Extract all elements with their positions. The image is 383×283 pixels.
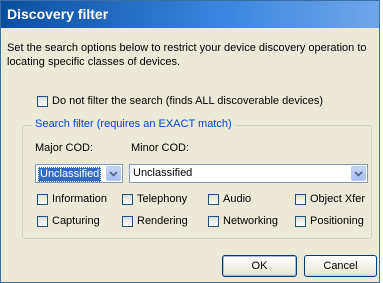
minor-cod-value: Unclassified xyxy=(133,167,193,179)
service-label: Object Xfer xyxy=(310,193,366,205)
service-checkbox-networking[interactable]: Networking xyxy=(208,215,278,227)
dialog-title: Discovery filter xyxy=(1,1,379,28)
major-cod-label: Major COD: xyxy=(35,142,94,154)
search-filter-group-title: Search filter (requires an EXACT match) xyxy=(32,118,235,130)
service-label: Positioning xyxy=(310,215,364,227)
service-checkbox-object-xfer[interactable]: Object Xfer xyxy=(295,193,365,205)
discovery-filter-dialog: Discovery filter Set the search options … xyxy=(0,0,380,283)
description-text: Set the search options below to restrict… xyxy=(7,42,367,68)
service-label: Rendering xyxy=(137,215,188,227)
major-cod-select[interactable]: Unclassified xyxy=(35,164,123,183)
checkbox-box[interactable] xyxy=(122,193,133,205)
major-cod-value: Unclassified xyxy=(38,167,102,182)
checkbox-box[interactable] xyxy=(122,215,133,227)
service-checkbox-audio[interactable]: Audio xyxy=(208,193,251,205)
service-label: Audio xyxy=(223,193,252,205)
checkbox-box[interactable] xyxy=(295,193,306,205)
checkbox-box[interactable] xyxy=(295,215,306,227)
checkbox-box[interactable] xyxy=(37,95,48,107)
minor-cod-label: Minor COD: xyxy=(131,142,190,154)
chevron-down-icon[interactable] xyxy=(106,166,121,181)
cancel-button[interactable]: Cancel xyxy=(304,255,377,277)
service-checkbox-information[interactable]: Information xyxy=(37,193,107,205)
service-label: Telephony xyxy=(137,193,188,205)
service-checkbox-capturing[interactable]: Capturing xyxy=(37,215,100,227)
checkbox-box[interactable] xyxy=(37,215,48,227)
service-checkbox-positioning[interactable]: Positioning xyxy=(295,215,364,227)
ok-button[interactable]: OK xyxy=(222,255,297,277)
no-filter-label: Do not filter the search (finds ALL disc… xyxy=(52,95,324,107)
service-label: Capturing xyxy=(52,215,100,227)
no-filter-checkbox[interactable]: Do not filter the search (finds ALL disc… xyxy=(37,95,323,107)
service-checkbox-telephony[interactable]: Telephony xyxy=(122,193,187,205)
chevron-down-icon[interactable] xyxy=(351,166,366,181)
service-checkbox-rendering[interactable]: Rendering xyxy=(122,215,188,227)
checkbox-box[interactable] xyxy=(208,215,219,227)
checkbox-box[interactable] xyxy=(208,193,219,205)
service-label: Information xyxy=(52,193,108,205)
service-label: Networking xyxy=(223,215,279,227)
minor-cod-select[interactable]: Unclassified xyxy=(129,164,368,183)
checkbox-box[interactable] xyxy=(37,193,48,205)
